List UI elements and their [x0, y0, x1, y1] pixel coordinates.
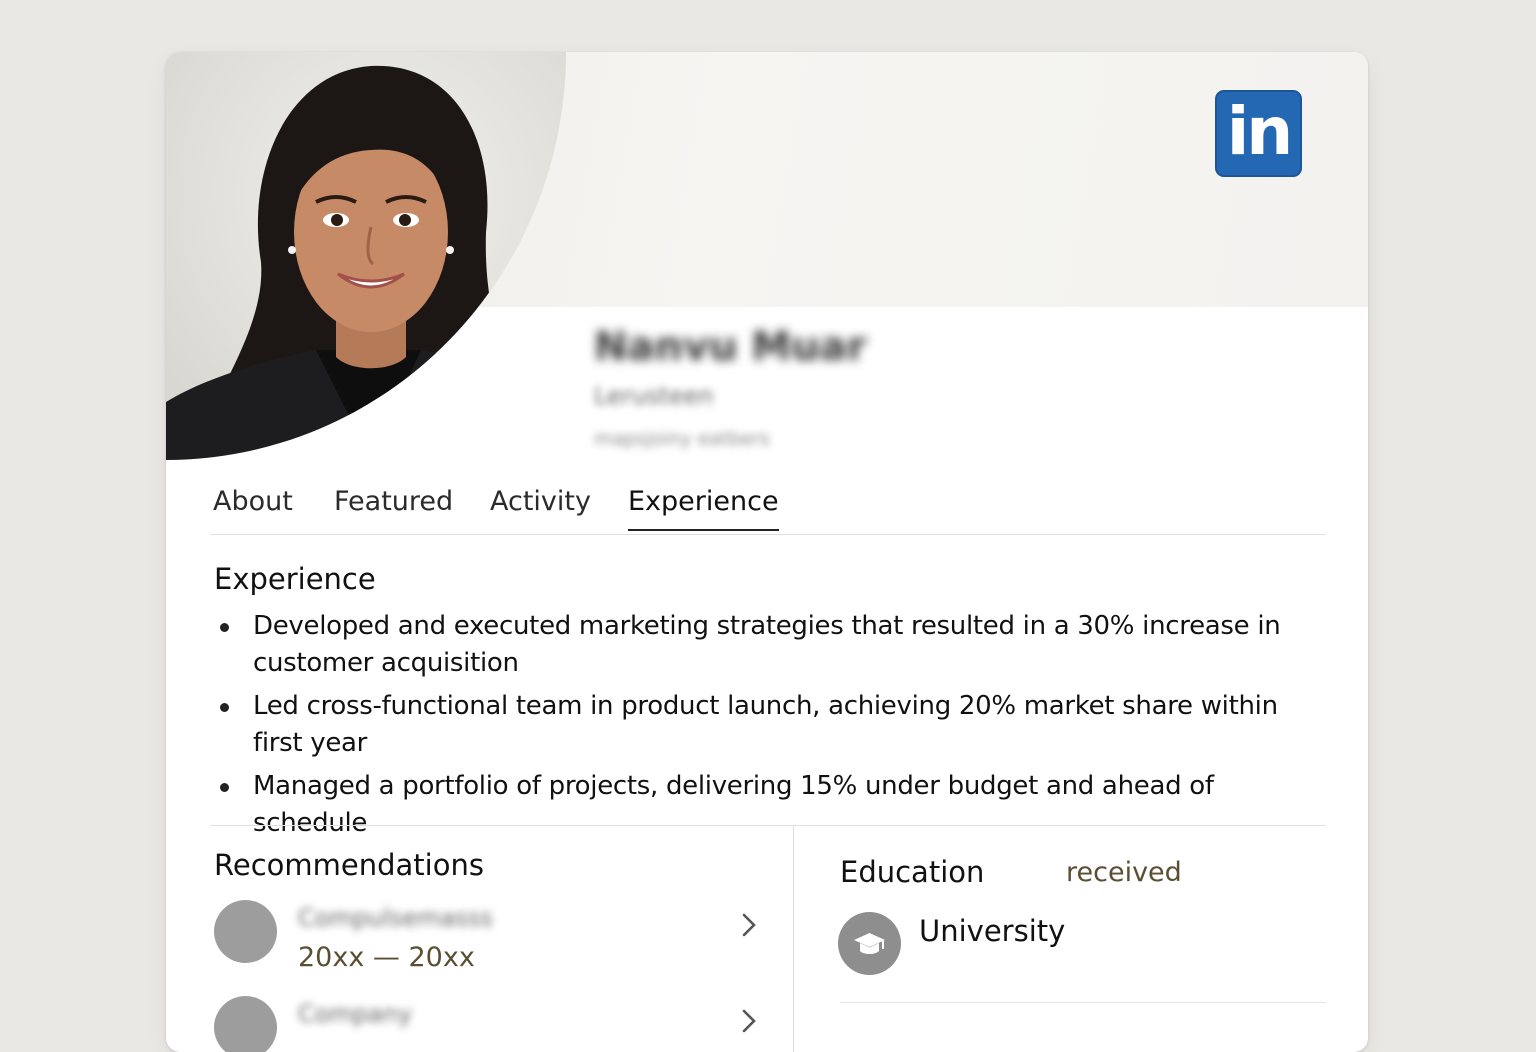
tab-activity[interactable]: Activity: [490, 486, 591, 529]
section-divider: [840, 1002, 1326, 1003]
experience-bullet-text: Led cross-functional team in product lau…: [253, 691, 1278, 758]
experience-list: Developed and executed marketing strateg…: [214, 608, 1314, 848]
experience-bullet-text: Developed and executed marketing strateg…: [253, 611, 1281, 678]
bullet-icon: [220, 783, 229, 792]
tab-experience[interactable]: Experience: [628, 486, 779, 531]
recommendation-dates: 20xx — 20xx: [298, 942, 475, 973]
recommendation-item[interactable]: Compulsemasss 20xx — 20xx: [214, 900, 774, 980]
avatar: [214, 900, 277, 963]
avatar: [214, 996, 277, 1052]
bullet-icon: [220, 703, 229, 712]
recommendations-heading: Recommendations: [214, 848, 484, 882]
list-item: Managed a portfolio of projects, deliver…: [214, 768, 1314, 842]
education-status: received: [1066, 857, 1182, 888]
graduation-cap-icon: [838, 912, 901, 975]
chevron-right-icon[interactable]: [736, 912, 762, 938]
list-item: Led cross-functional team in product lau…: [214, 688, 1314, 762]
profile-location: mapsjoiny eatbers: [594, 428, 770, 450]
education-heading: Education: [840, 855, 985, 889]
profile-photo[interactable]: [166, 52, 566, 460]
chevron-right-icon[interactable]: [736, 1008, 762, 1034]
column-divider: [793, 826, 794, 1052]
list-item: Developed and executed marketing strateg…: [214, 608, 1314, 682]
profile-name: Nanvu Muar: [594, 324, 867, 370]
linkedin-logo-icon[interactable]: in: [1215, 90, 1302, 177]
experience-bullet-text: Managed a portfolio of projects, deliver…: [253, 771, 1214, 838]
recommendation-item[interactable]: Company: [214, 996, 774, 1052]
recommendation-company: Compulsemasss: [298, 904, 493, 932]
profile-tabs: About Featured Activity Experience: [210, 478, 1326, 535]
profile-headline: Lerusteen: [594, 382, 714, 410]
tab-featured[interactable]: Featured: [334, 486, 453, 529]
section-divider: [210, 825, 1326, 826]
experience-heading: Experience: [214, 562, 376, 596]
tab-about[interactable]: About: [213, 486, 293, 529]
profile-card: in Nanvu Muar Lerusteen mapsjoiny eatber…: [166, 52, 1368, 1052]
bullet-icon: [220, 623, 229, 632]
education-school[interactable]: University: [919, 914, 1065, 948]
